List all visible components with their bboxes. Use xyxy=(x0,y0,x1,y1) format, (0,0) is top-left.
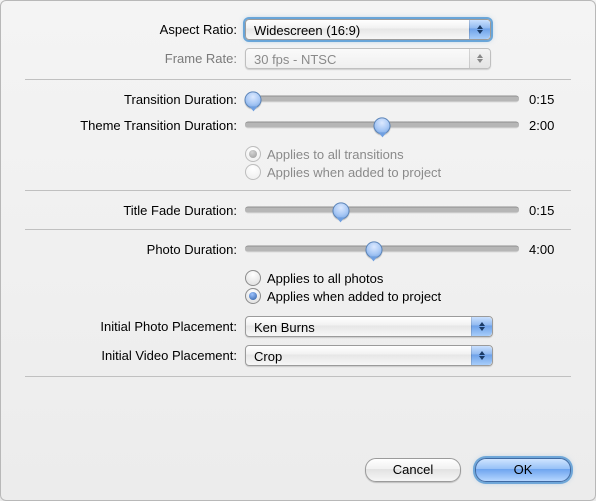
photo-duration-slider[interactable] xyxy=(245,240,519,258)
radio-icon[interactable] xyxy=(245,270,261,286)
frame-rate-label: Frame Rate: xyxy=(25,51,245,66)
updown-icon xyxy=(469,49,490,68)
photo-scope-added-row[interactable]: Applies when added to project xyxy=(245,288,571,304)
title-fade-duration-label: Title Fade Duration: xyxy=(25,203,245,218)
initial-photo-placement-label: Initial Photo Placement: xyxy=(25,319,245,334)
frame-rate-value: 30 fps - NTSC xyxy=(254,52,336,67)
transition-duration-label: Transition Duration: xyxy=(25,92,245,107)
radio-icon xyxy=(245,146,261,162)
aspect-ratio-label: Aspect Ratio: xyxy=(25,22,245,37)
title-fade-duration-slider[interactable] xyxy=(245,201,519,219)
photo-duration-row: Photo Duration: 4:00 xyxy=(25,240,571,258)
photo-scope-all-label: Applies to all photos xyxy=(267,271,383,286)
transition-scope-added-label: Applies when added to project xyxy=(267,165,441,180)
theme-transition-duration-slider[interactable] xyxy=(245,116,519,134)
frame-rate-row: Frame Rate: 30 fps - NTSC xyxy=(25,48,571,69)
slider-track xyxy=(245,207,519,214)
transition-scope-all-row: Applies to all transitions xyxy=(245,146,571,162)
initial-video-placement-value: Crop xyxy=(254,349,282,364)
aspect-ratio-row: Aspect Ratio: Widescreen (16:9) xyxy=(25,19,571,40)
photo-duration-value: 4:00 xyxy=(519,242,571,257)
radio-icon xyxy=(245,164,261,180)
slider-thumb[interactable] xyxy=(365,241,382,258)
aspect-ratio-popup[interactable]: Widescreen (16:9) xyxy=(245,19,491,40)
cancel-button[interactable]: Cancel xyxy=(365,458,461,482)
updown-icon xyxy=(469,20,490,39)
photo-duration-label: Photo Duration: xyxy=(25,242,245,257)
theme-transition-duration-label: Theme Transition Duration: xyxy=(25,118,245,133)
initial-video-placement-label: Initial Video Placement: xyxy=(25,348,245,363)
slider-thumb[interactable] xyxy=(374,117,391,134)
transition-duration-value: 0:15 xyxy=(519,92,571,107)
updown-icon xyxy=(471,346,492,365)
slider-thumb[interactable] xyxy=(332,202,349,219)
transition-duration-row: Transition Duration: 0:15 xyxy=(25,90,571,108)
title-fade-duration-value: 0:15 xyxy=(519,203,571,218)
photo-scope-all-row[interactable]: Applies to all photos xyxy=(245,270,571,286)
separator xyxy=(25,190,571,191)
separator xyxy=(25,79,571,80)
ok-button[interactable]: OK xyxy=(475,458,571,482)
photo-scope-added-label: Applies when added to project xyxy=(267,289,441,304)
theme-transition-duration-row: Theme Transition Duration: 2:00 xyxy=(25,116,571,134)
transition-scope-all-label: Applies to all transitions xyxy=(267,147,404,162)
slider-track xyxy=(245,96,519,103)
frame-rate-popup: 30 fps - NTSC xyxy=(245,48,491,69)
separator xyxy=(25,229,571,230)
transition-scope-added-row: Applies when added to project xyxy=(245,164,571,180)
initial-photo-placement-row: Initial Photo Placement: Ken Burns xyxy=(25,316,571,337)
initial-photo-placement-popup[interactable]: Ken Burns xyxy=(245,316,493,337)
transition-duration-slider[interactable] xyxy=(245,90,519,108)
preferences-panel: Aspect Ratio: Widescreen (16:9) Frame Ra… xyxy=(0,0,596,501)
separator xyxy=(25,376,571,377)
initial-video-placement-row: Initial Video Placement: Crop xyxy=(25,345,571,366)
radio-icon[interactable] xyxy=(245,288,261,304)
title-fade-duration-row: Title Fade Duration: 0:15 xyxy=(25,201,571,219)
updown-icon xyxy=(471,317,492,336)
slider-thumb[interactable] xyxy=(245,91,262,108)
aspect-ratio-value: Widescreen (16:9) xyxy=(254,23,360,38)
initial-video-placement-popup[interactable]: Crop xyxy=(245,345,493,366)
button-bar: Cancel OK xyxy=(365,458,571,482)
initial-photo-placement-value: Ken Burns xyxy=(254,320,315,335)
theme-transition-duration-value: 2:00 xyxy=(519,118,571,133)
